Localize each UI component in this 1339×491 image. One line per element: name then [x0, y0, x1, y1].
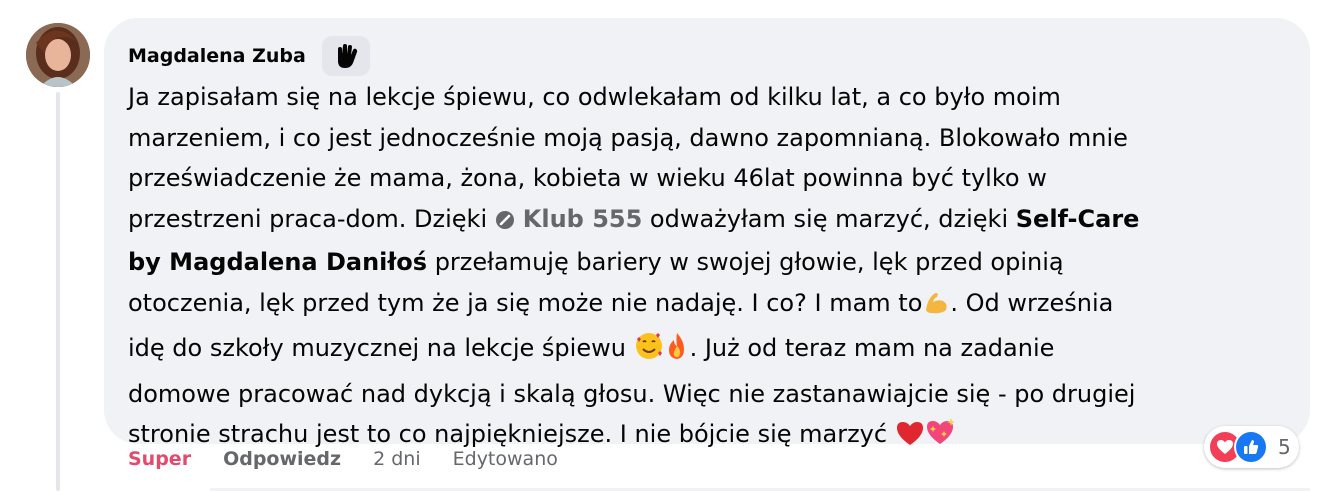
- line-text: idę do szkoły muzycznej na lekcje śpiewu: [128, 334, 634, 362]
- raised-hand-icon[interactable]: [321, 36, 370, 76]
- group-badge-icon: [495, 202, 515, 243]
- red-heart-icon: [895, 419, 925, 460]
- smiling-face-with-hearts-icon: [634, 331, 664, 374]
- group-link-label: Klub 555: [522, 204, 643, 233]
- reaction-count: 5: [1278, 435, 1291, 459]
- edited-label[interactable]: Edytowano: [453, 448, 558, 470]
- group-link[interactable]: Klub 555: [495, 204, 643, 233]
- comment-line: Ja zapisałam się na lekcje śpiewu, co od…: [128, 83, 1061, 111]
- comment-bubble: Magdalena Zuba Ja zapisałam się na lekcj…: [104, 18, 1310, 448]
- thread-line: [56, 92, 60, 491]
- line-text: odważyłam się marzyć, dzięki: [642, 204, 1016, 233]
- fire-icon: [664, 331, 690, 374]
- line-text: otoczenia, lęk przed tym że ja się może …: [128, 288, 923, 317]
- page-mention[interactable]: by Magdalena Daniłoś: [128, 248, 427, 276]
- comment-line: otoczenia, lęk przed tym że ja się może …: [128, 283, 1288, 329]
- line-text: przełamuję bariery w swojej głowie, lęk …: [427, 248, 1064, 276]
- line-text: . Już od teraz mam na zadanie: [689, 334, 1055, 362]
- comment-line: marzeniem, i co jest jednocześnie moją p…: [128, 123, 1128, 152]
- timestamp-link[interactable]: 2 dni: [373, 448, 421, 470]
- author-name[interactable]: Magdalena Zuba: [128, 45, 306, 67]
- avatar[interactable]: [26, 23, 90, 87]
- comment-actions: Super Odpowiedz 2 dni Edytowano: [128, 448, 558, 470]
- line-text: . Od września: [950, 288, 1114, 317]
- reactions-summary[interactable]: 5: [1204, 426, 1299, 468]
- like-reaction-icon: [1234, 430, 1268, 464]
- comment-line: przeświadczenie że mama, żona, kobieta w…: [128, 164, 1047, 192]
- line-text: stronie strachu jest to co najpiękniejsz…: [128, 420, 895, 448]
- comment-line: idę do szkoły muzycznej na lekcje śpiewu…: [128, 328, 1288, 374]
- super-reaction-button[interactable]: Super: [128, 448, 191, 470]
- comment-text: Ja zapisałam się na lekcje śpiewu, co od…: [128, 77, 1288, 460]
- comment-line: domowe pracować nad dykcją i skalą głosu…: [128, 379, 1136, 408]
- sparkling-heart-icon: [925, 417, 957, 460]
- flexed-biceps-icon: [922, 288, 950, 329]
- comment-line: by Magdalena Daniłoś przełamuję bariery …: [128, 242, 1288, 283]
- page-mention[interactable]: Self-Care: [1016, 205, 1140, 233]
- line-text: przestrzeni praca-dom. Dzięki: [128, 204, 495, 233]
- comment-line: przestrzeni praca-dom. Dzięki Klub 555 o…: [128, 199, 1288, 243]
- reply-button[interactable]: Odpowiedz: [223, 448, 341, 470]
